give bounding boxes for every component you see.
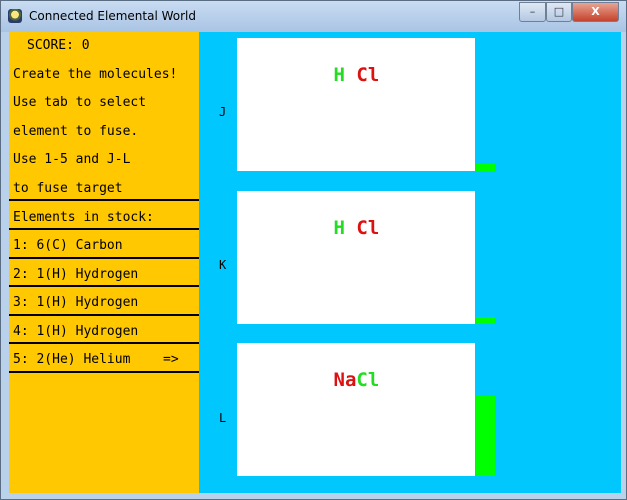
instruction-line: Create the molecules!	[13, 67, 178, 82]
target-key-l: L	[219, 411, 227, 425]
python-app-icon	[8, 9, 22, 23]
molecule-formula: H Cl	[242, 195, 380, 261]
target-molecule-l[interactable]: NaCl	[237, 343, 475, 476]
instruction-line: to fuse target	[13, 181, 123, 196]
game-canvas[interactable]: SCORE: 0 Create the molecules! Use tab t…	[9, 32, 621, 493]
element-symbol: H	[333, 64, 345, 86]
element-symbol: Na	[333, 369, 357, 391]
target-key-j: J	[219, 105, 227, 119]
element-separator	[345, 217, 356, 239]
title-bar[interactable]: Connected Elemental World – □ X	[1, 1, 626, 32]
target-progress-bar	[476, 396, 495, 476]
sidebar-panel: SCORE: 0 Create the molecules! Use tab t…	[9, 32, 199, 493]
stock-item-3[interactable]: 3: 1(H) Hydrogen	[13, 295, 138, 310]
divider	[9, 314, 199, 316]
game-window: Connected Elemental World – □ X SCORE: 0…	[0, 0, 627, 500]
element-symbol: Cl	[356, 64, 380, 86]
divider	[9, 371, 199, 373]
selection-arrow: =>	[163, 352, 179, 367]
divider	[9, 257, 199, 259]
molecule-formula: H Cl	[242, 42, 380, 108]
instruction-line: Use tab to select	[13, 95, 147, 110]
stock-item-1[interactable]: 1: 6(C) Carbon	[13, 238, 123, 253]
element-symbol: Cl	[356, 369, 380, 391]
stock-heading: Elements in stock:	[13, 210, 154, 225]
element-separator	[345, 64, 356, 86]
divider	[9, 342, 199, 344]
instruction-line: element to fuse.	[13, 124, 139, 139]
target-molecule-k[interactable]: H Cl	[237, 191, 475, 324]
window-title: Connected Elemental World	[29, 9, 197, 23]
maximize-button[interactable]: □	[546, 2, 572, 22]
element-symbol: Cl	[356, 217, 380, 239]
stock-item-2[interactable]: 2: 1(H) Hydrogen	[13, 267, 138, 282]
divider	[9, 228, 199, 230]
target-molecule-j[interactable]: H Cl	[237, 38, 475, 171]
stock-item-5[interactable]: 5: 2(He) Helium	[13, 352, 130, 367]
stock-item-4[interactable]: 4: 1(H) Hydrogen	[13, 324, 138, 339]
target-progress-bar	[476, 317, 495, 324]
minimize-button[interactable]: –	[519, 2, 546, 22]
target-progress-bar	[476, 164, 495, 171]
instruction-line: Use 1-5 and J-L	[13, 152, 131, 167]
score-display: SCORE: 0	[27, 38, 90, 53]
element-symbol: H	[333, 217, 345, 239]
molecule-formula: NaCl	[242, 347, 380, 413]
divider	[9, 199, 199, 201]
target-key-k: K	[219, 258, 227, 272]
close-button[interactable]: X	[572, 2, 619, 22]
divider	[9, 285, 199, 287]
